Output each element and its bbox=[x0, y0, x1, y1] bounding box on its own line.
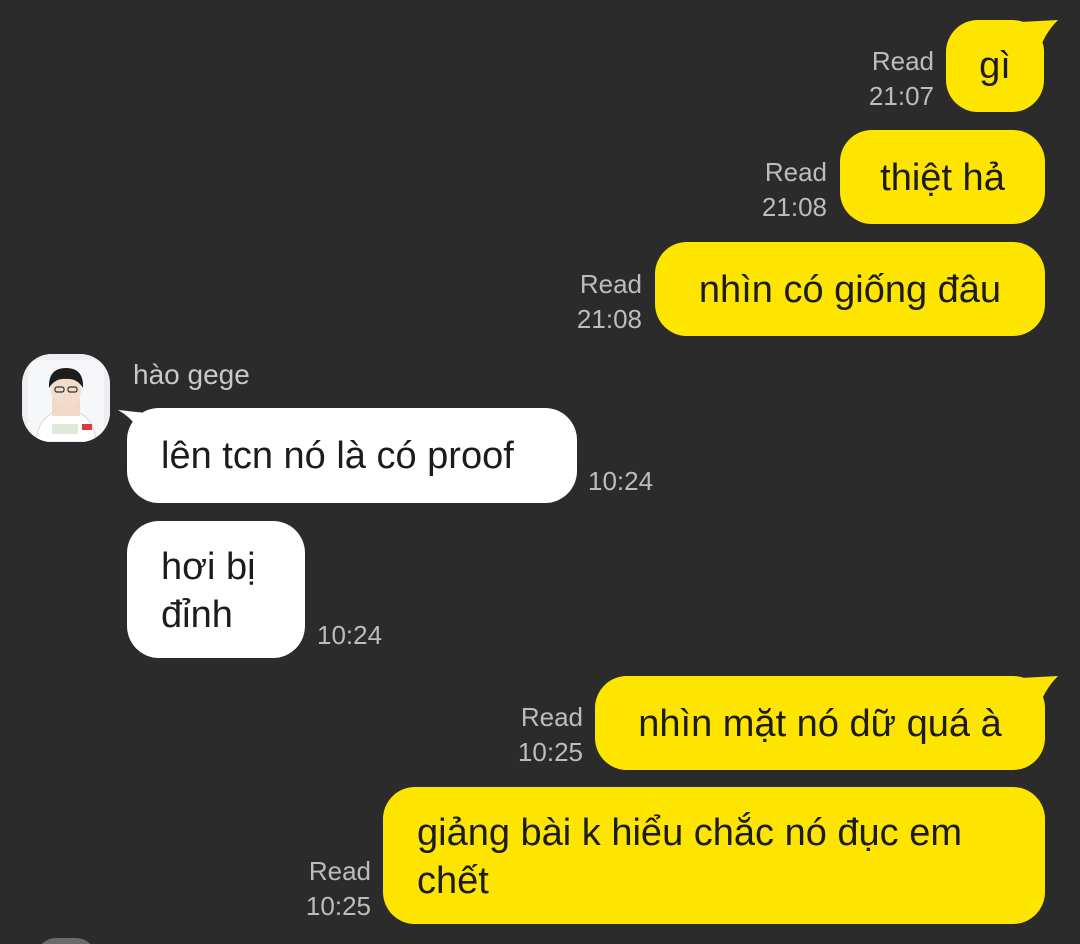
contact-avatar-partial bbox=[36, 938, 96, 944]
incoming-message[interactable]: lên tcn nó là có proof bbox=[127, 408, 577, 503]
outgoing-message[interactable]: thiệt hả bbox=[840, 130, 1045, 224]
message-meta: Read 21:08 bbox=[762, 155, 827, 225]
message-time: 10:24 bbox=[588, 466, 654, 496]
message-time: 21:08 bbox=[761, 192, 827, 222]
contact-avatar[interactable] bbox=[22, 354, 110, 442]
message-time: 10:24 bbox=[317, 620, 383, 650]
incoming-message[interactable]: hơi bị đỉnh bbox=[127, 521, 305, 658]
message-text: nhìn có giống đâu bbox=[698, 269, 1002, 311]
outgoing-message[interactable]: nhìn có giống đâu bbox=[655, 242, 1045, 336]
message-meta: Read 21:07 bbox=[869, 44, 934, 114]
message-time: 10:25 bbox=[305, 891, 371, 921]
contact-name: hào gege bbox=[133, 359, 250, 390]
read-status: Read bbox=[764, 157, 827, 187]
message-time: 21:07 bbox=[868, 81, 934, 111]
message-meta: Read 10:25 bbox=[518, 700, 583, 770]
message-text: hơi bị đỉnh bbox=[161, 546, 256, 636]
message-text: thiệt hả bbox=[880, 157, 1005, 199]
person-photo-icon bbox=[22, 354, 110, 442]
bubble-tail-icon bbox=[1020, 676, 1058, 704]
message-time: 10:25 bbox=[517, 737, 583, 767]
message-meta: Read 10:25 bbox=[306, 854, 371, 924]
message-text: gì bbox=[979, 45, 1011, 87]
read-status: Read bbox=[871, 46, 934, 76]
bubble-tail-icon bbox=[1020, 20, 1058, 48]
message-text: giảng bài k hiểu chắc nó đục em chết bbox=[417, 812, 963, 902]
outgoing-message[interactable]: nhìn mặt nó dữ quá à bbox=[595, 676, 1045, 770]
message-meta: Read 21:08 bbox=[577, 267, 642, 337]
message-text: nhìn mặt nó dữ quá à bbox=[638, 703, 1002, 745]
outgoing-message[interactable]: giảng bài k hiểu chắc nó đục em chết bbox=[383, 787, 1045, 924]
message-time: 21:08 bbox=[576, 304, 642, 334]
chat-thread: gì Read 21:07 thiệt hả Read 21:08 nhìn c… bbox=[0, 0, 1080, 944]
read-status: Read bbox=[520, 702, 583, 732]
message-text: lên tcn nó là có proof bbox=[161, 435, 514, 477]
read-status: Read bbox=[579, 269, 642, 299]
read-status: Read bbox=[308, 856, 371, 886]
